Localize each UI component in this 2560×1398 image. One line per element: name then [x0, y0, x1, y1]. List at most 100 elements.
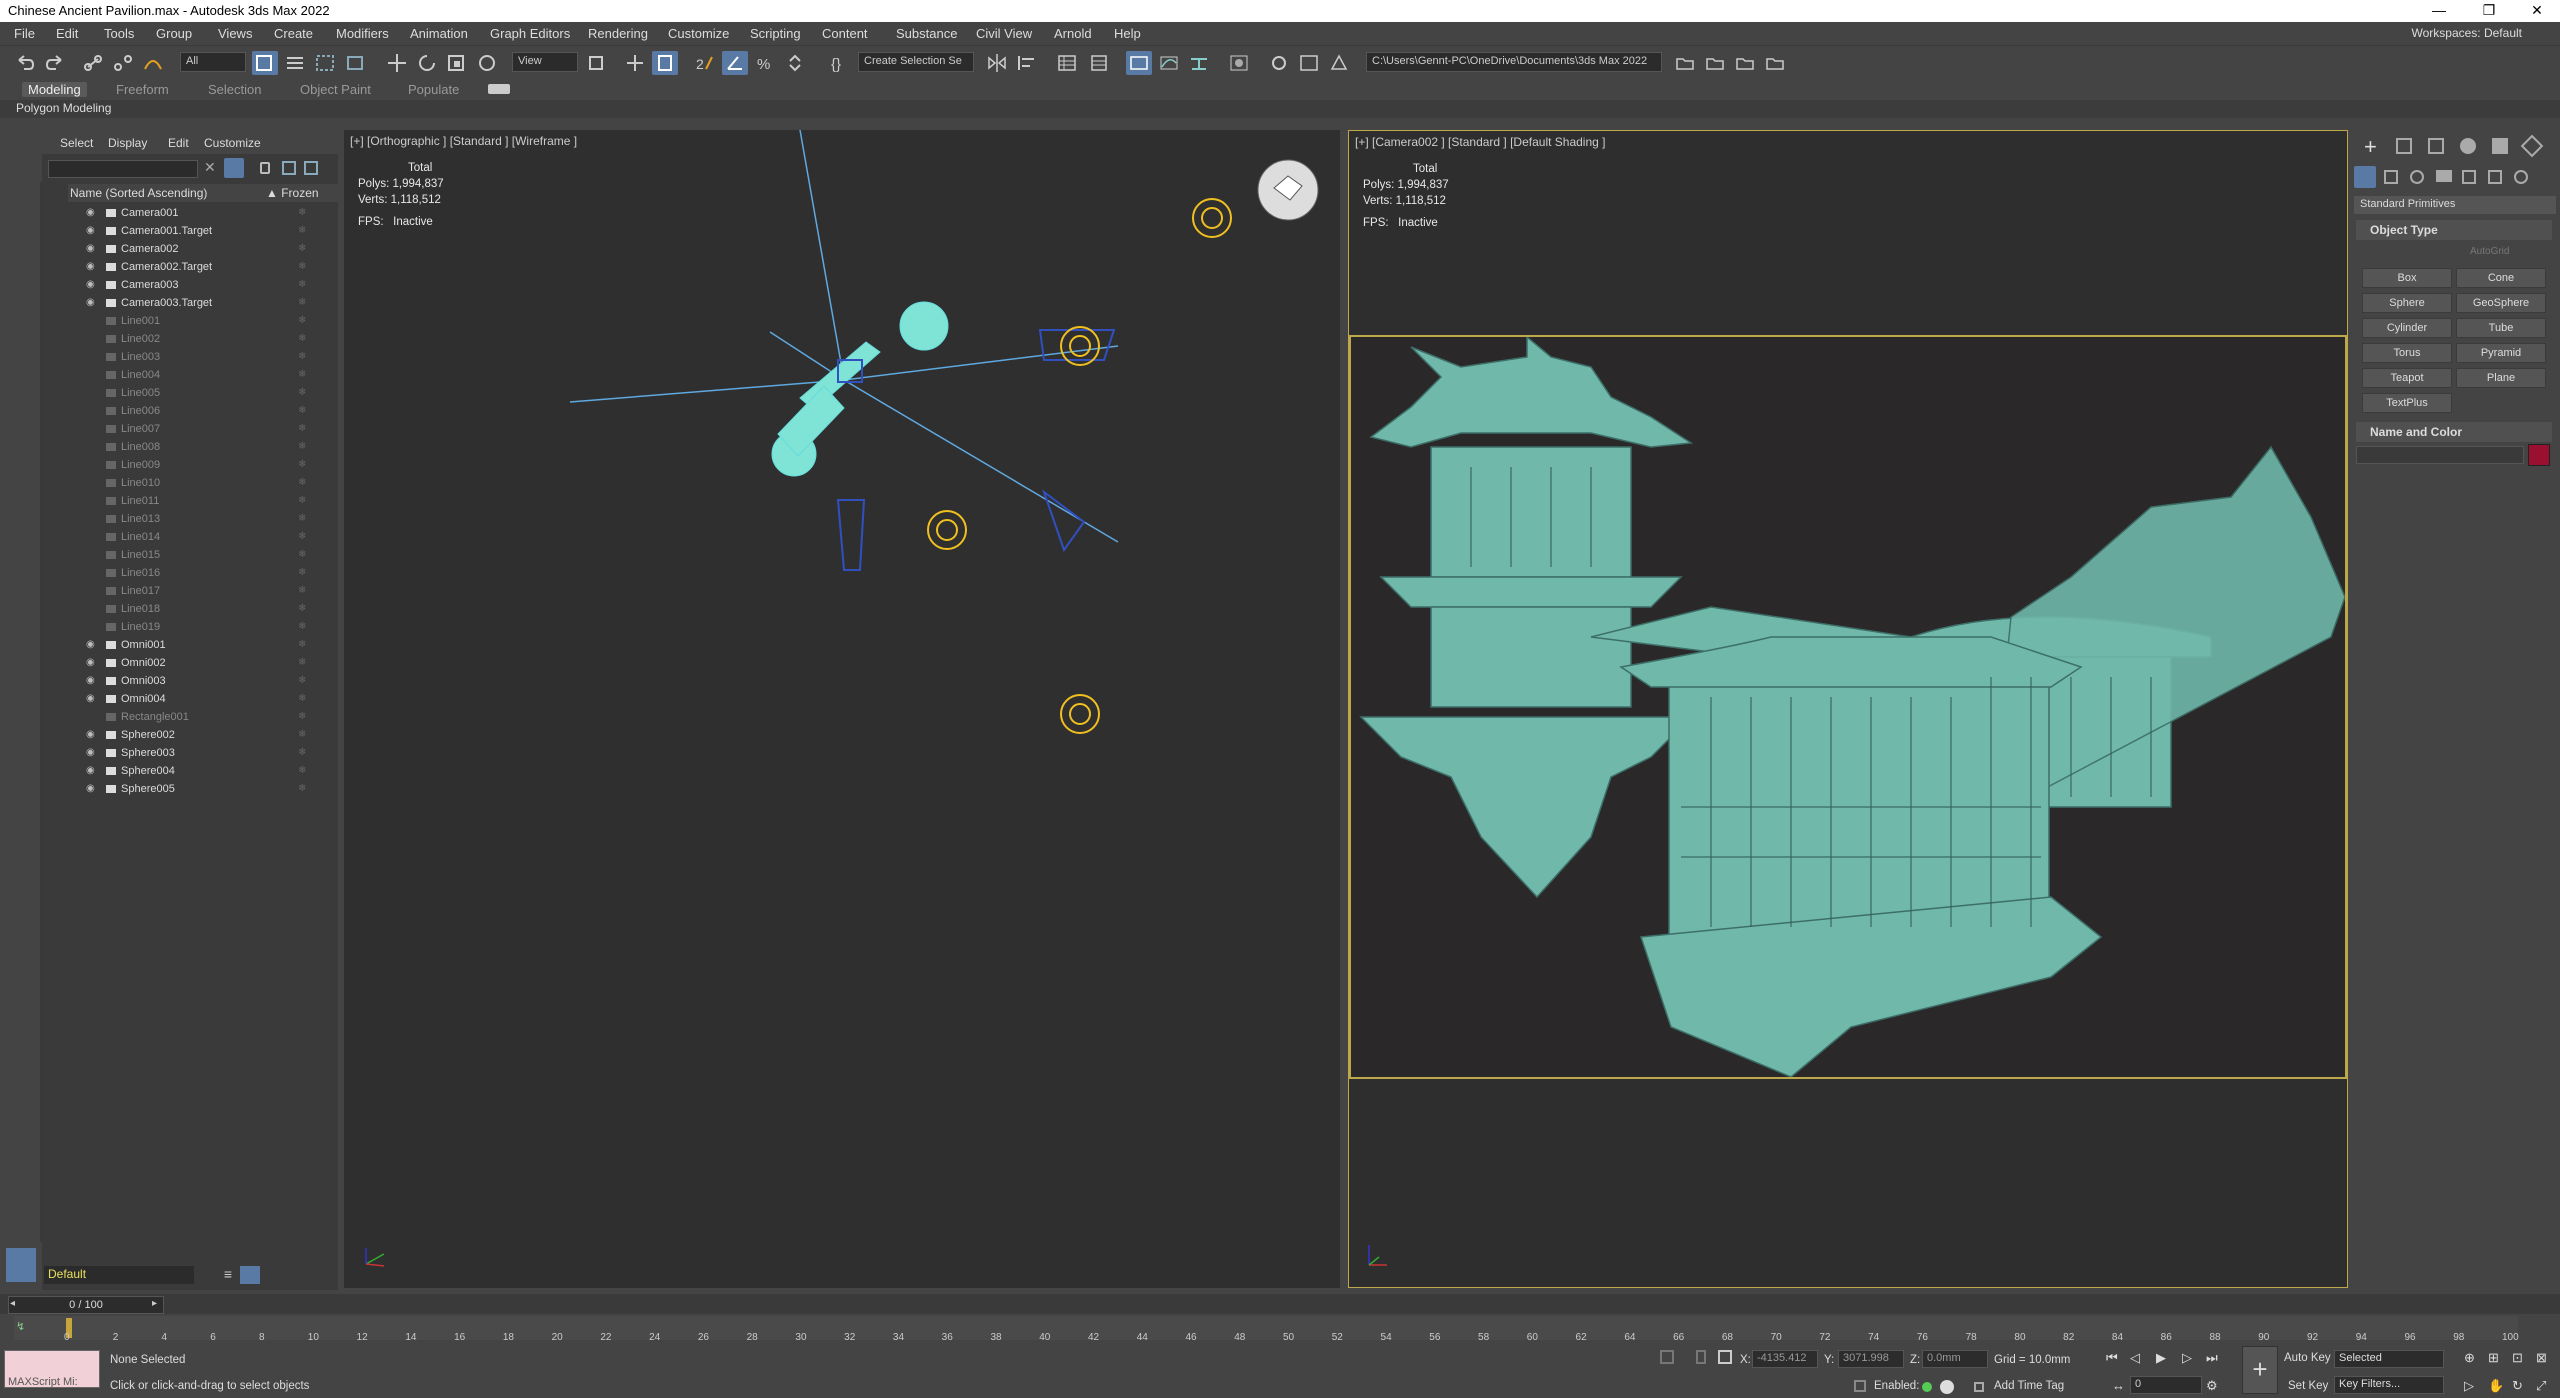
freeze-icon[interactable]: ❄	[298, 690, 306, 708]
orbit-icon[interactable]: ↻	[2512, 1378, 2523, 1394]
table-row[interactable]: ◉ Sphere005 ❄	[68, 780, 338, 798]
tube-button[interactable]: Tube	[2456, 318, 2546, 338]
selection-filter-dropdown[interactable]: All	[180, 52, 246, 72]
menu-file[interactable]: File	[14, 26, 35, 41]
table-row[interactable]: Line003 ❄	[68, 348, 338, 366]
visibility-eye-icon[interactable]: ◉	[86, 690, 106, 708]
align-icon[interactable]	[1014, 51, 1040, 75]
freeze-icon[interactable]: ❄	[298, 744, 306, 762]
absolute-mode-icon[interactable]	[1718, 1350, 1732, 1364]
freeze-icon[interactable]: ❄	[298, 330, 306, 348]
field-of-view-icon[interactable]: ▷	[2464, 1378, 2474, 1394]
explorer-menu-customize[interactable]: Customize	[204, 136, 261, 150]
freeze-icon[interactable]: ❄	[298, 222, 306, 240]
teapot-button[interactable]: Teapot	[2362, 368, 2452, 388]
freeze-icon[interactable]: ❄	[298, 582, 306, 600]
menu-graph-editors[interactable]: Graph Editors	[490, 26, 570, 41]
table-row[interactable]: Line007 ❄	[68, 420, 338, 438]
table-row[interactable]: ◉ Omni004 ❄	[68, 690, 338, 708]
table-row[interactable]: ◉ Omni002 ❄	[68, 654, 338, 672]
add-time-tag-button[interactable]: Add Time Tag	[1994, 1380, 2064, 1392]
freeze-icon[interactable]: ❄	[298, 636, 306, 654]
minimize-button[interactable]: —	[2416, 0, 2462, 22]
table-row[interactable]: ◉ Camera003.Target ❄	[68, 294, 338, 312]
redo-icon[interactable]	[42, 51, 68, 75]
table-row[interactable]: ◉ Sphere002 ❄	[68, 726, 338, 744]
menu-modifiers[interactable]: Modifiers	[336, 26, 389, 41]
visibility-eye-icon[interactable]: ◉	[86, 294, 106, 312]
cameras-icon[interactable]	[2436, 170, 2452, 182]
set-key-button[interactable]: Set Key	[2288, 1380, 2328, 1392]
box-button[interactable]: Box	[2362, 268, 2452, 288]
column-name[interactable]: Name (Sorted Ascending)	[70, 186, 207, 200]
viewport-label[interactable]: [+] [Camera002 ] [Standard ] [Default Sh…	[1355, 135, 1605, 149]
set-key-big-icon[interactable]: +	[2242, 1346, 2278, 1394]
undo-icon[interactable]	[12, 51, 38, 75]
table-row[interactable]: Line013 ❄	[68, 510, 338, 528]
layer-stack-icon[interactable]: ≡	[218, 1266, 238, 1284]
menu-substance[interactable]: Substance	[896, 26, 957, 41]
create-tab-icon[interactable]: +	[2364, 134, 2377, 160]
freeze-icon[interactable]: ❄	[298, 618, 306, 636]
isolate-selection-icon[interactable]	[1660, 1350, 1674, 1364]
goto-start-icon[interactable]: ⏮	[2106, 1350, 2118, 1366]
zoom-icon[interactable]: ⊕	[2464, 1350, 2475, 1366]
tab-modeling[interactable]: Modeling	[22, 82, 87, 97]
space-warps-icon[interactable]	[2488, 170, 2502, 184]
systems-icon[interactable]	[2514, 170, 2528, 184]
next-frame-icon[interactable]: ▷	[2182, 1350, 2192, 1366]
project-settings-icon[interactable]	[1762, 51, 1788, 75]
modify-tab-icon[interactable]	[2396, 138, 2412, 154]
freeze-icon[interactable]: ❄	[298, 366, 306, 384]
table-row[interactable]: ◉ Omni001 ❄	[68, 636, 338, 654]
freeze-icon[interactable]: ❄	[298, 294, 306, 312]
freeze-icon[interactable]: ❄	[298, 564, 306, 582]
table-row[interactable]: ◉ Sphere003 ❄	[68, 744, 338, 762]
visibility-eye-icon[interactable]: ◉	[86, 276, 106, 294]
render-production-icon[interactable]	[1326, 51, 1352, 75]
table-row[interactable]: Line017 ❄	[68, 582, 338, 600]
ribbon-toggle-icon[interactable]	[1126, 51, 1152, 75]
menu-edit[interactable]: Edit	[56, 26, 78, 41]
table-row[interactable]: Line006 ❄	[68, 402, 338, 420]
open-folder-icon[interactable]	[1672, 51, 1698, 75]
table-row[interactable]: ◉ Camera003 ❄	[68, 276, 338, 294]
mirror-icon[interactable]	[984, 51, 1010, 75]
angle-snap-icon[interactable]	[722, 51, 748, 75]
scene-explorer-icon[interactable]	[1054, 51, 1080, 75]
play-icon[interactable]: ▶	[2156, 1350, 2166, 1366]
visibility-eye-icon[interactable]: ◉	[86, 672, 106, 690]
pivot-center-icon[interactable]	[584, 51, 610, 75]
time-slider[interactable]	[0, 1294, 2560, 1314]
menu-civil-view[interactable]: Civil View	[976, 26, 1032, 41]
table-row[interactable]: ◉ Sphere004 ❄	[68, 762, 338, 780]
pan-view-icon[interactable]: ✋	[2488, 1378, 2504, 1394]
table-row[interactable]: Line014 ❄	[68, 528, 338, 546]
freeze-icon[interactable]: ❄	[298, 240, 306, 258]
visibility-eye-icon[interactable]: ◉	[86, 654, 106, 672]
scene-list-header[interactable]: Name (Sorted Ascending) ▲ Frozen	[68, 184, 338, 202]
link-icon[interactable]	[80, 51, 106, 75]
layer-manager-icon[interactable]	[240, 1266, 260, 1284]
enabled-status-icon[interactable]	[1922, 1382, 1932, 1392]
ribbon-options-icon[interactable]	[488, 84, 510, 94]
table-row[interactable]: ◉ Camera001 ❄	[68, 204, 338, 222]
freeze-icon[interactable]: ❄	[298, 600, 306, 618]
plane-button[interactable]: Plane	[2456, 368, 2546, 388]
freeze-icon[interactable]: ❄	[298, 258, 306, 276]
track-bar[interactable]	[14, 1316, 2518, 1340]
current-layer-field[interactable]: Default	[44, 1266, 194, 1284]
prev-frame-icon[interactable]: ◂	[10, 1298, 15, 1309]
close-button[interactable]: ✕	[2514, 0, 2560, 22]
visibility-eye-icon[interactable]: ◉	[86, 762, 106, 780]
table-row[interactable]: Line009 ❄	[68, 456, 338, 474]
name-and-color-rollout[interactable]: Name and Color	[2356, 422, 2552, 442]
freeze-icon[interactable]: ❄	[298, 510, 306, 528]
freeze-icon[interactable]: ❄	[298, 204, 306, 222]
visibility-eye-icon[interactable]: ◉	[86, 204, 106, 222]
tab-freeform[interactable]: Freeform	[116, 82, 169, 97]
window-crossing-icon[interactable]	[342, 51, 368, 75]
goto-end-icon[interactable]: ⏭	[2206, 1350, 2218, 1366]
render-setup-icon[interactable]	[1266, 51, 1292, 75]
freeze-icon[interactable]: ❄	[298, 546, 306, 564]
